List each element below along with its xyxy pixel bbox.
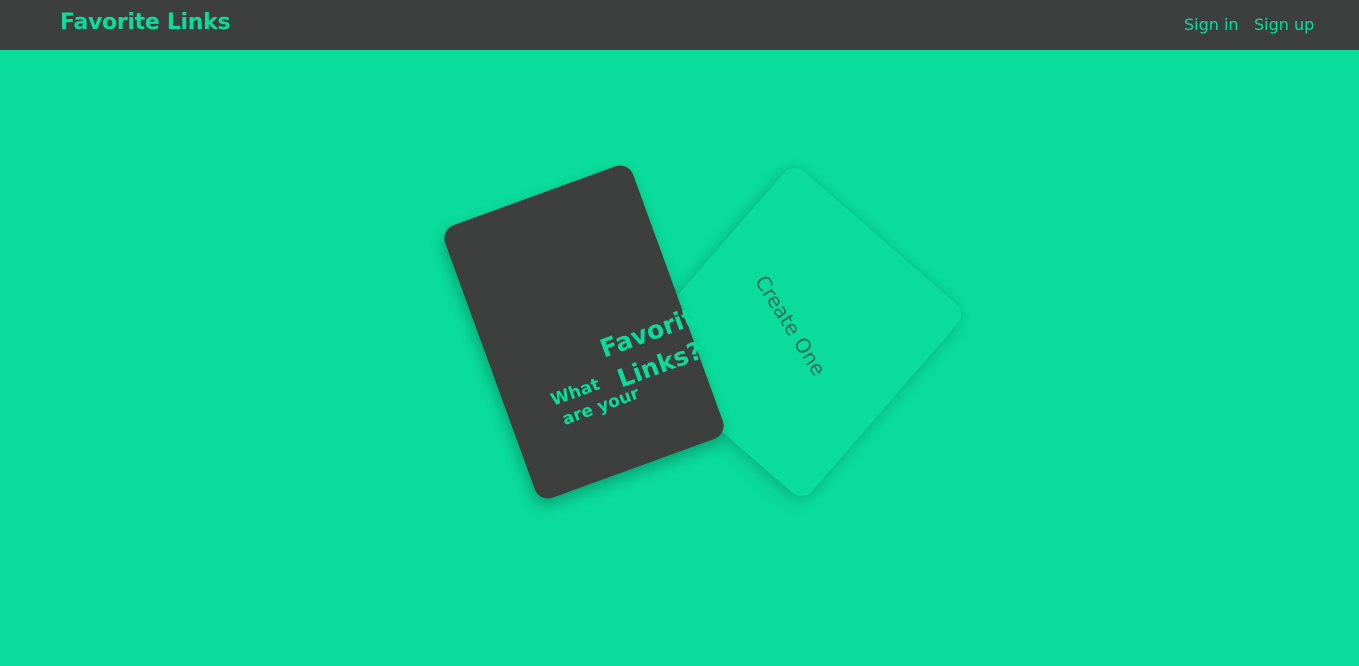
favorite-links-card: What are your Favorite Links? — [440, 161, 728, 503]
brand-logo-link[interactable]: Favorite Links — [60, 10, 231, 35]
top-navbar: Favorite Links Sign in Sign up — [0, 0, 1359, 50]
sign-in-link[interactable]: Sign in — [1184, 15, 1239, 34]
sign-up-link[interactable]: Sign up — [1254, 15, 1314, 34]
create-one-label[interactable]: Create One — [750, 271, 831, 380]
